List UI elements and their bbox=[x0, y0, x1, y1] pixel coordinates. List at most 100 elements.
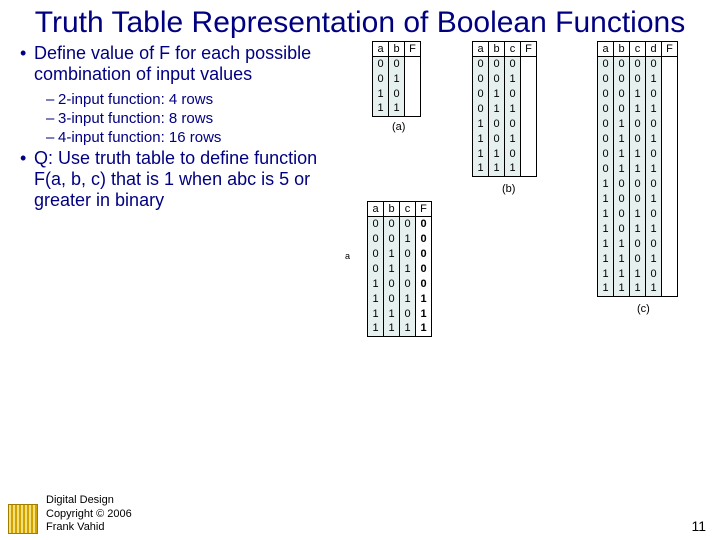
page-number: 11 bbox=[691, 518, 706, 534]
table-cell bbox=[662, 116, 678, 131]
table-cell bbox=[662, 71, 678, 86]
bullet-question: •Q: Use truth table to define function F… bbox=[12, 148, 336, 211]
table-cell: 0 bbox=[389, 86, 405, 101]
tables-area: a abF00011011 (a) abcF000001010011100101… bbox=[342, 41, 712, 217]
table-cell bbox=[662, 281, 678, 296]
table-cell bbox=[662, 251, 678, 266]
col-header: c bbox=[505, 41, 521, 56]
table-cell: 1 bbox=[646, 101, 662, 116]
table-cell bbox=[662, 266, 678, 281]
table-cell bbox=[521, 131, 537, 146]
table-cell: 1 bbox=[614, 251, 630, 266]
table-cell: 1 bbox=[614, 281, 630, 296]
bullet-question-text: Q: Use truth table to define function F(… bbox=[34, 148, 317, 210]
table-cell: 1 bbox=[389, 71, 405, 86]
table-cell: 1 bbox=[646, 221, 662, 236]
table-cell: 1 bbox=[505, 131, 521, 146]
sub-4input-text: 4-input function: 16 rows bbox=[58, 129, 221, 146]
table-cell: 1 bbox=[630, 206, 646, 221]
table-cell bbox=[521, 86, 537, 101]
table-cell: 1 bbox=[473, 116, 489, 131]
table-cell: 0 bbox=[505, 116, 521, 131]
table-cell: 1 bbox=[489, 161, 505, 176]
table-cell: 0 bbox=[646, 56, 662, 71]
table-cell: 0 bbox=[646, 236, 662, 251]
table-cell: 0 bbox=[630, 131, 646, 146]
table-cell: 0 bbox=[614, 71, 630, 86]
truth-table-answer: abcF00000010010001101000101111011111 bbox=[367, 201, 432, 337]
table-cell: 0 bbox=[489, 56, 505, 71]
table-cell: 1 bbox=[505, 71, 521, 86]
table-cell bbox=[662, 131, 678, 146]
table-cell: 1 bbox=[473, 131, 489, 146]
col-header: b bbox=[389, 41, 405, 56]
table-cell: 1 bbox=[630, 101, 646, 116]
table-cell: 0 bbox=[598, 101, 614, 116]
sub-3input: –3-input function: 8 rows bbox=[58, 110, 336, 127]
table-cell: 0 bbox=[646, 206, 662, 221]
table-cell: 0 bbox=[473, 86, 489, 101]
table-cell bbox=[405, 71, 421, 86]
col-header: F bbox=[521, 41, 537, 56]
table-cell: 1 bbox=[630, 221, 646, 236]
table-cell: 0 bbox=[489, 131, 505, 146]
table-cell: 1 bbox=[473, 161, 489, 176]
table-cell: 0 bbox=[389, 56, 405, 71]
table-cell bbox=[521, 71, 537, 86]
table-cell: 0 bbox=[400, 306, 416, 321]
col-header: b bbox=[384, 201, 400, 216]
table-cell: 1 bbox=[614, 131, 630, 146]
copyright: Digital Design Copyright © 2006 Frank Va… bbox=[46, 494, 691, 534]
table-cell: 1 bbox=[614, 161, 630, 176]
table-cell: 1 bbox=[473, 146, 489, 161]
table-cell: 1 bbox=[373, 101, 389, 116]
sub-3input-text: 3-input function: 8 rows bbox=[58, 110, 213, 127]
left-column: •Define value of F for each possible com… bbox=[12, 41, 342, 217]
col-header: a bbox=[373, 41, 389, 56]
table-cell: 1 bbox=[598, 251, 614, 266]
content-area: •Define value of F for each possible com… bbox=[0, 41, 720, 217]
table-cell: 1 bbox=[373, 86, 389, 101]
table-cell: 1 bbox=[598, 221, 614, 236]
truth-table-b: abcF000001010011100101110111 bbox=[472, 41, 537, 177]
table-cell: 0 bbox=[373, 71, 389, 86]
table-cell: 0 bbox=[614, 101, 630, 116]
table-cell bbox=[662, 221, 678, 236]
table-cell: 0 bbox=[598, 56, 614, 71]
table-cell: 0 bbox=[416, 246, 432, 261]
table-cell: 0 bbox=[646, 146, 662, 161]
table-cell: 1 bbox=[630, 146, 646, 161]
table-cell: 1 bbox=[598, 266, 614, 281]
table-cell: 1 bbox=[646, 191, 662, 206]
table-cell: 0 bbox=[646, 86, 662, 101]
table-cell: 1 bbox=[646, 131, 662, 146]
table-cell: 1 bbox=[400, 291, 416, 306]
caption-c: (c) bbox=[637, 303, 650, 315]
sub-2input-text: 2-input function: 4 rows bbox=[58, 91, 213, 108]
table-cell bbox=[662, 146, 678, 161]
table-cell bbox=[405, 56, 421, 71]
table-cell: 0 bbox=[630, 191, 646, 206]
col-header: a bbox=[368, 201, 384, 216]
table-cell: 0 bbox=[473, 101, 489, 116]
table-cell: 0 bbox=[614, 206, 630, 221]
table-cell: 0 bbox=[598, 71, 614, 86]
table-cell: 0 bbox=[630, 176, 646, 191]
table-cell: 0 bbox=[598, 146, 614, 161]
table-cell: 0 bbox=[489, 116, 505, 131]
table-cell bbox=[662, 236, 678, 251]
table-cell: 0 bbox=[614, 56, 630, 71]
table-cell: 0 bbox=[630, 56, 646, 71]
table-cell: 1 bbox=[489, 86, 505, 101]
table-cell bbox=[662, 101, 678, 116]
table-cell: 1 bbox=[646, 281, 662, 296]
table-cell: 1 bbox=[598, 206, 614, 221]
table-cell: 0 bbox=[384, 276, 400, 291]
table-cell: 0 bbox=[505, 86, 521, 101]
table-cell: 1 bbox=[598, 281, 614, 296]
col-header: b bbox=[614, 41, 630, 56]
table-cell bbox=[662, 191, 678, 206]
table-cell: 0 bbox=[384, 291, 400, 306]
table-cell: 0 bbox=[598, 161, 614, 176]
table-cell: 0 bbox=[630, 116, 646, 131]
